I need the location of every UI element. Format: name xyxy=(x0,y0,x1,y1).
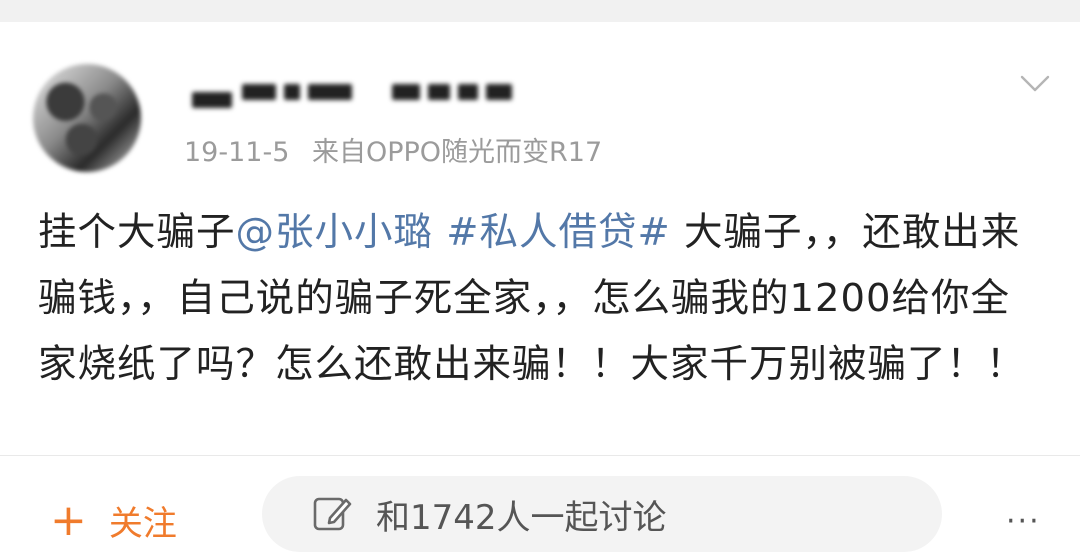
post-body: 挂个大骗子@张小小璐 #私人借贷# 大骗子，，还敢出来骗钱，，自己说的骗子死全家… xyxy=(38,200,1048,398)
follow-label: 关注 xyxy=(108,504,177,544)
more-options-icon[interactable]: ··· xyxy=(1006,504,1041,539)
plus-icon: + xyxy=(50,494,87,546)
post-footer: + 关注 和1742人一起讨论 ··· xyxy=(0,456,1080,557)
discuss-label: 和1742人一起讨论 xyxy=(376,497,667,538)
edit-icon xyxy=(313,497,352,531)
source-device[interactable]: 来自OPPO随光而变R17 xyxy=(312,137,602,168)
mention-link[interactable]: @张小小璐 xyxy=(236,210,434,255)
discuss-button[interactable]: 和1742人一起讨论 xyxy=(262,476,942,552)
weibo-post: 19-11-5 来自OPPO随光而变R17 挂个大骗子@张小小璐 #私人借贷# … xyxy=(0,22,1080,455)
follow-button[interactable]: + 关注 xyxy=(50,496,177,545)
avatar[interactable] xyxy=(33,64,141,172)
post-meta: 19-11-5 来自OPPO随光而变R17 xyxy=(184,130,602,169)
body-text-part1: 挂个大骗子 xyxy=(38,210,236,255)
top-strip xyxy=(0,0,1080,22)
hashtag-link[interactable]: #私人借贷# xyxy=(446,210,671,255)
chevron-down-icon[interactable] xyxy=(1020,74,1050,94)
username-blurred[interactable] xyxy=(186,74,516,108)
timestamp: 19-11-5 xyxy=(184,137,290,168)
